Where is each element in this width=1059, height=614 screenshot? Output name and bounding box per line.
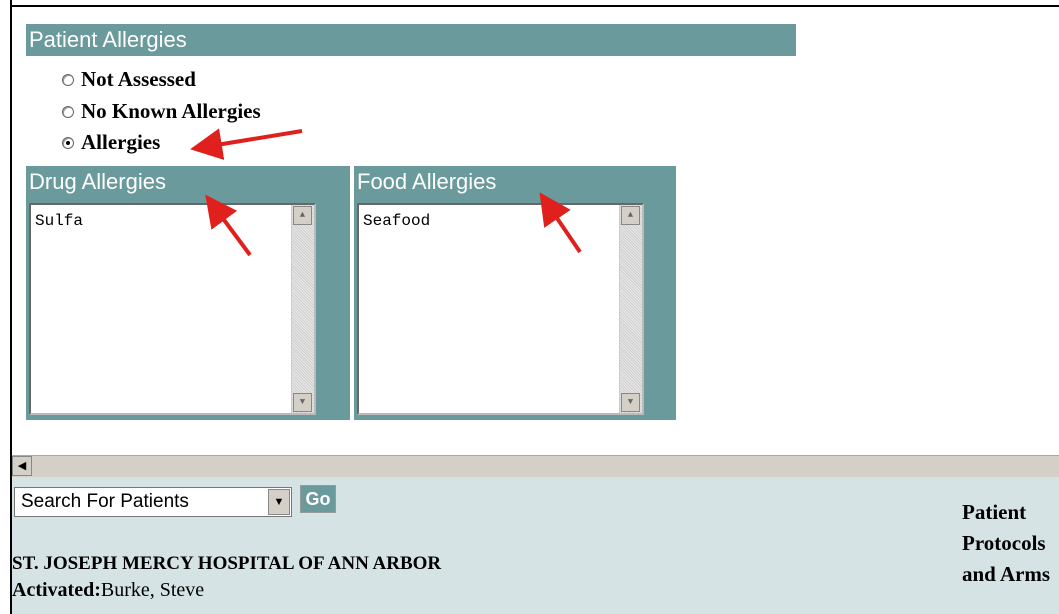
go-button[interactable]: Go [300,485,336,513]
vertical-scrollbar[interactable]: ▲ ▼ [619,205,642,413]
drug-allergies-header: Drug Allergies [26,166,350,198]
scroll-down-icon[interactable]: ▼ [293,393,312,412]
food-allergies-textarea[interactable]: Seafood ▲ ▼ [357,203,644,415]
radio-no-known-allergies[interactable]: No Known Allergies [62,99,261,124]
chevron-down-icon[interactable]: ▼ [268,489,290,515]
nav-link-protocols[interactable]: Protocols [962,528,1050,559]
scroll-up-icon[interactable]: ▲ [621,206,640,225]
footer-bar: Search For Patients ▼ Go ST. JOSEPH MERC… [12,477,1059,614]
radio-button[interactable] [62,73,74,86]
search-patients-select[interactable]: Search For Patients ▼ [14,487,292,517]
scroll-left-icon[interactable]: ◀ [12,456,32,476]
radio-not-assessed[interactable]: Not Assessed [62,67,196,92]
scroll-down-icon[interactable]: ▼ [621,393,640,412]
food-allergies-text: Seafood [363,212,431,230]
food-allergies-header: Food Allergies [354,166,676,198]
nav-links: Patient Protocols and Arms [962,497,1050,590]
hospital-name: ST. JOSEPH MERCY HOSPITAL OF ANN ARBOR [12,553,442,574]
radio-button-selected[interactable] [62,136,74,149]
radio-allergies[interactable]: Allergies [62,130,160,155]
nav-link-patient[interactable]: Patient [962,497,1050,528]
select-value: Search For Patients [21,491,189,512]
horizontal-scrollbar[interactable]: ◀ [12,455,1059,478]
activated-label: Activated: [12,579,101,601]
activated-value: Burke, Steve [100,579,205,601]
patient-allergies-header: Patient Allergies [26,24,796,56]
radio-label: Not Assessed [81,67,196,91]
drug-allergies-textarea[interactable]: Sulfa ▲ ▼ [29,203,316,415]
activated-user: Activated:Burke, Steve [12,579,204,602]
nav-link-and-arms[interactable]: and Arms [962,559,1050,590]
top-border [12,5,1059,7]
radio-label: Allergies [81,130,161,154]
vertical-scrollbar[interactable]: ▲ ▼ [291,205,314,413]
drug-allergies-text: Sulfa [35,212,84,230]
scroll-up-icon[interactable]: ▲ [293,206,312,225]
radio-button[interactable] [62,105,74,118]
food-allergies-panel: Seafood ▲ ▼ [354,198,676,420]
arrow-annotation-icon [190,128,582,257]
drug-allergies-panel: Sulfa ▲ ▼ [26,198,350,420]
app-frame: Patient Allergies Not Assessed No Known … [10,0,1059,614]
radio-label: No Known Allergies [81,99,261,123]
